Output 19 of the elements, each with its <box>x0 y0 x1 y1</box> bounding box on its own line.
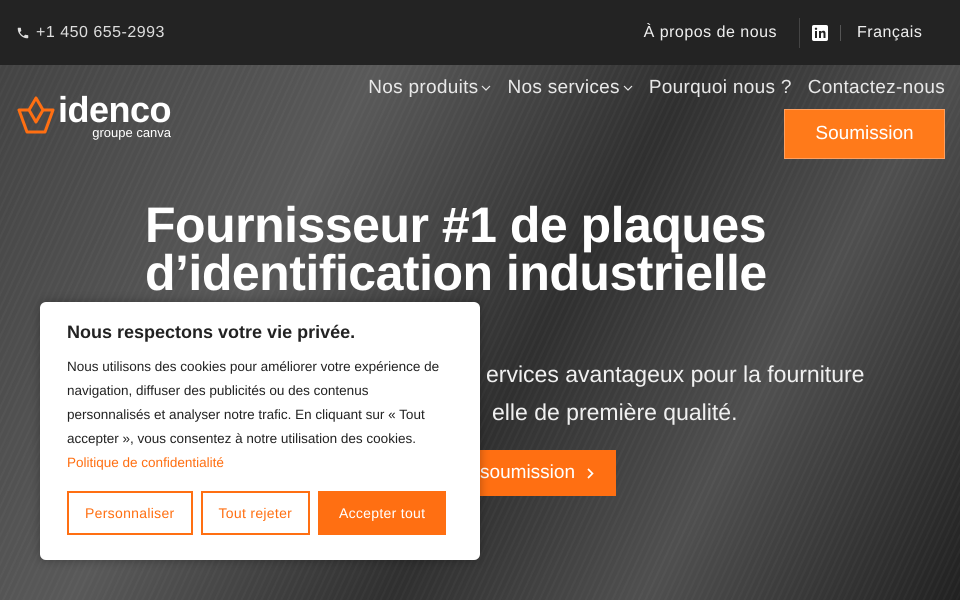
logo-name: idenco <box>58 92 172 128</box>
about-link[interactable]: À propos de nous <box>644 18 800 48</box>
nav-link[interactable]: Nos services <box>507 75 633 101</box>
nav-link[interactable]: Nos produits <box>368 75 492 101</box>
hero-subtitle: ervices avantageux pour la fourniture <box>486 360 864 389</box>
chevron-right-icon <box>587 468 594 478</box>
cookie-notice-text: Nous utilisons des cookies pour améliorer votre expérience de navigation, diffuser des publicités ou des contenus personnalisés et analyser notre trafic. En cliquant sur « Tout accepter », vous consentez à notre utilisation des cookies. Politique de confidentialité <box>67 358 440 472</box>
dialog-title: Nous respectons votre vie privée. <box>67 322 356 343</box>
logo-tagline: groupe canva <box>92 126 172 138</box>
hero-subtitle: elle de première qualité. <box>491 398 738 427</box>
nav-link[interactable]: Pourquoi nous ? <box>648 75 792 101</box>
language-selector[interactable]: Français <box>841 24 944 42</box>
hero-title: Fournisseur #1 de plaques d’identification industrielle <box>145 201 768 297</box>
nav-link[interactable]: Contactez-nous <box>808 75 945 101</box>
phone-link[interactable]: +1 450 655-2993 <box>36 24 165 42</box>
logo[interactable]: idenco groupe canva <box>16 89 172 141</box>
linkedin-icon[interactable] <box>812 24 828 40</box>
flame-logo-icon <box>16 96 56 134</box>
phone-icon <box>16 26 30 40</box>
